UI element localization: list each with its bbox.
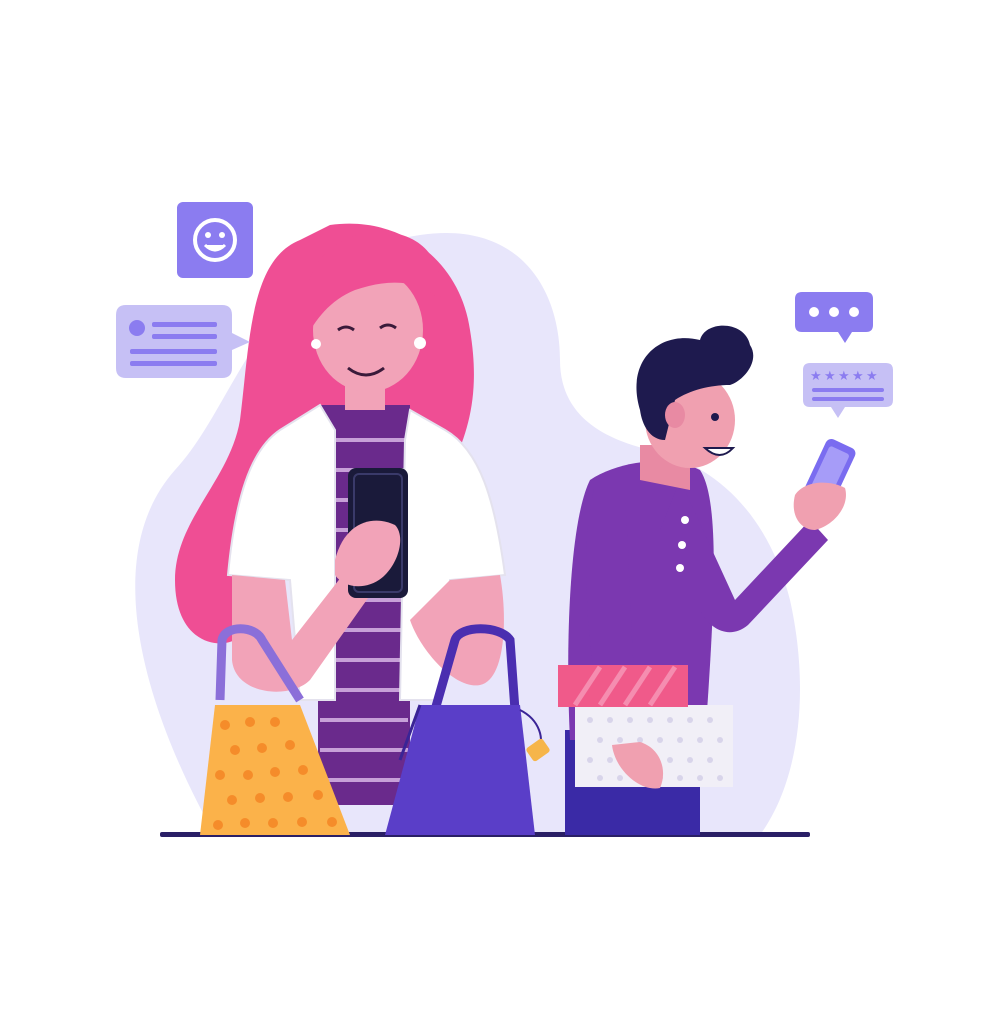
- man-shirt-button: [678, 541, 686, 549]
- svg-text:★: ★: [810, 369, 822, 384]
- ellipsis-bubble-icon: [795, 292, 873, 343]
- man-hand: [793, 482, 846, 530]
- typing-bubble: [795, 292, 873, 343]
- rating-stars: ★ ★ ★ ★ ★: [810, 369, 878, 384]
- man-shirt-button: [681, 516, 689, 524]
- woman-earring: [414, 337, 426, 349]
- man-eye: [711, 413, 719, 421]
- man-shirt-button: [676, 564, 684, 572]
- smiley-tile: [177, 202, 253, 278]
- svg-text:★: ★: [852, 369, 864, 384]
- woman-earring-left: [311, 339, 321, 349]
- chat-bubble-left: [116, 305, 250, 378]
- chat-bubble-icon: [116, 305, 250, 378]
- man-ear: [665, 402, 685, 428]
- svg-text:★: ★: [866, 369, 878, 384]
- svg-text:★: ★: [824, 369, 836, 384]
- svg-text:★: ★: [838, 369, 850, 384]
- illustration-canvas: ★ ★ ★ ★ ★: [116, 202, 893, 837]
- review-bubble: ★ ★ ★ ★ ★: [803, 363, 893, 418]
